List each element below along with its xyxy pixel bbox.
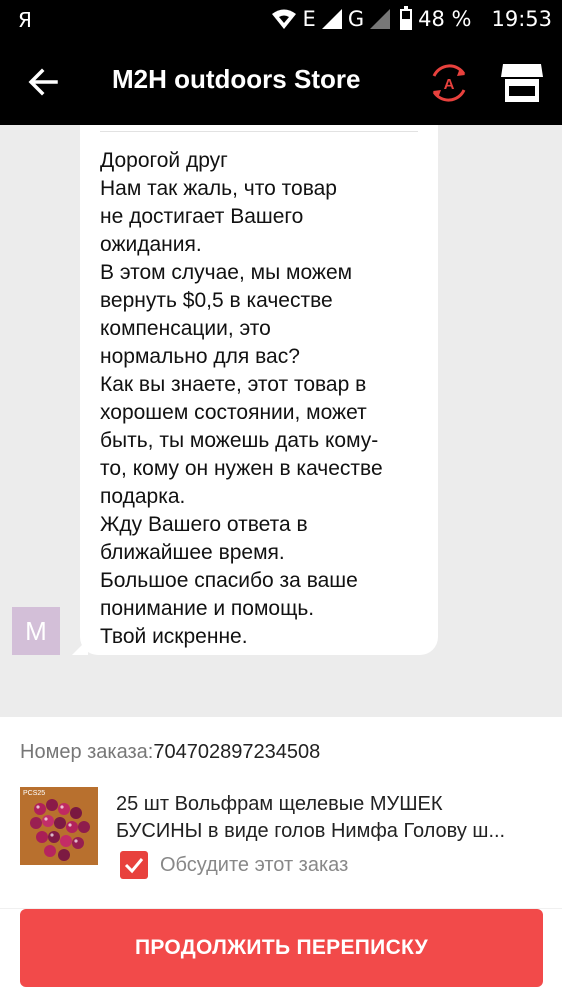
signal-weak-icon xyxy=(370,9,391,29)
discuss-order-checkbox[interactable] xyxy=(120,851,148,879)
message-line: понимание и помощь. xyxy=(100,597,315,620)
message-line: нормально для вас? xyxy=(100,345,300,368)
message-line: вернуть $0,5 в качестве xyxy=(100,289,333,312)
message-line: хорошем состоянии, может xyxy=(100,401,367,424)
message-line: Жду Вашего ответа в xyxy=(100,513,308,536)
message-line: В этом случае, мы можем xyxy=(100,261,353,284)
bubble-tail xyxy=(72,639,88,655)
page-title: M2H outdoors Store xyxy=(112,64,361,94)
message-text: Дорогой друг Нам так жаль, что товар не до… xyxy=(100,147,418,651)
product-title-line: 25 шт Вольфрам щелевые МУШЕК xyxy=(116,793,443,815)
product-image[interactable]: PCS25 xyxy=(20,787,98,865)
order-number-row: Номер заказа:704702897234508 xyxy=(20,741,320,764)
continue-chat-button[interactable]: ПРОДОЛЖИТЬ ПЕРЕПИСКУ xyxy=(20,909,543,987)
battery-icon xyxy=(400,5,413,30)
network-e-label: E xyxy=(302,7,316,31)
beads-illustration xyxy=(30,799,90,861)
product-title-line: БУСИНЫ в виде голов Нимфа Голову ш... xyxy=(116,820,506,842)
order-panel: Номер заказа:704702897234508 PCS25 25 шт… xyxy=(0,717,562,1000)
message-line: Дорогой друг xyxy=(100,149,228,172)
status-bar: Я E G 48 % 19:53 xyxy=(0,0,562,40)
message-line: не достигает Вашего xyxy=(100,205,304,228)
order-number-label: Номер заказа: xyxy=(20,741,154,763)
signal-icon xyxy=(321,9,342,29)
message-line: подарка. xyxy=(100,485,186,508)
carrier-label: Я xyxy=(18,8,32,32)
message-line: компенсации, это xyxy=(100,317,271,340)
wifi-icon xyxy=(271,9,296,29)
status-indicators: E G 48 % 19:53 xyxy=(271,5,552,31)
battery-percent: 48 % xyxy=(418,7,472,31)
store-icon[interactable] xyxy=(500,62,544,104)
divider xyxy=(100,131,418,132)
network-g-label: G xyxy=(347,7,365,31)
order-number: 704702897234508 xyxy=(153,741,321,763)
message-line: ближайшее время. xyxy=(100,541,285,564)
chat-area[interactable]: Дорогой друг Нам так жаль, что товар не до… xyxy=(0,125,562,717)
discuss-order-label[interactable]: Обсудите этот заказ xyxy=(160,854,348,877)
message-bubble: Дорогой друг Нам так жаль, что товар не до… xyxy=(72,125,438,655)
product-image-tag: PCS25 xyxy=(23,790,46,797)
message-line: Как вы знаете, этот товар в xyxy=(100,373,367,396)
message-line: Большое спасибо за ваше xyxy=(100,569,358,592)
back-arrow-icon[interactable] xyxy=(26,62,62,102)
auto-translate-icon[interactable]: A xyxy=(426,60,472,106)
svg-text:A: A xyxy=(444,76,455,93)
message-line: быть, ты можешь дать кому- xyxy=(100,429,379,452)
message-line: Нам так жаль, что товар xyxy=(100,177,337,200)
product-title[interactable]: 25 шт Вольфрам щелевые МУШЕК БУСИНЫ в ви… xyxy=(116,791,540,845)
clock: 19:53 xyxy=(491,7,552,31)
message-line: Твой искренне. xyxy=(100,625,248,648)
avatar: M xyxy=(12,607,60,655)
message-line: то, кому он нужен в качестве xyxy=(100,457,383,480)
app-header: M2H outdoors Store A xyxy=(0,40,562,125)
message-line: ожидания. xyxy=(100,233,202,256)
